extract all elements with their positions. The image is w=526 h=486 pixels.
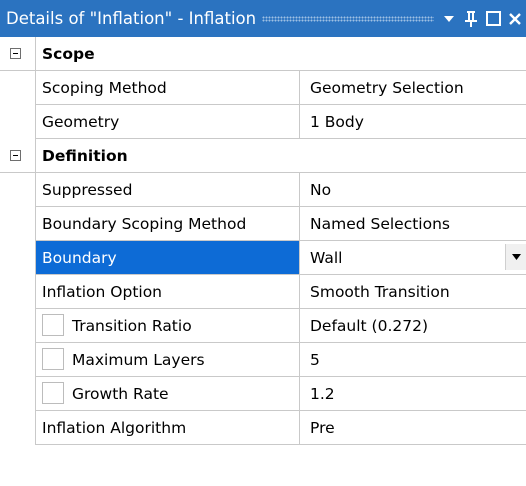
- property-name: Suppressed: [35, 173, 299, 207]
- property-name: Boundary: [35, 241, 299, 275]
- property-row-boundary-scoping-method[interactable]: Boundary Scoping Method Named Selections: [0, 207, 526, 241]
- property-name: Scoping Method: [35, 71, 299, 105]
- boundary-select-value: Wall: [310, 249, 343, 267]
- maximize-icon[interactable]: [482, 0, 504, 37]
- chevron-down-icon: [511, 254, 521, 260]
- dropdown-arrow-icon[interactable]: [438, 0, 460, 37]
- property-row-inflation-option[interactable]: Inflation Option Smooth Transition: [0, 275, 526, 309]
- details-panel: Details of "Inflation" - Inflation Scope…: [0, 0, 526, 486]
- details-titlebar: Details of "Inflation" - Inflation: [0, 0, 526, 37]
- drag-grip[interactable]: [262, 15, 434, 22]
- close-icon[interactable]: [504, 0, 526, 37]
- property-name: Inflation Option: [35, 275, 299, 309]
- property-row-suppressed[interactable]: Suppressed No: [0, 173, 526, 207]
- property-value[interactable]: Pre: [299, 411, 526, 445]
- property-row-maximum-layers[interactable]: Maximum Layers 5: [0, 343, 526, 377]
- property-name: Transition Ratio: [72, 317, 192, 335]
- property-value[interactable]: Named Selections: [299, 207, 526, 241]
- property-row-inflation-algorithm[interactable]: Inflation Algorithm Pre: [0, 411, 526, 445]
- property-value[interactable]: No: [299, 173, 526, 207]
- parameter-checkbox[interactable]: [42, 348, 64, 370]
- property-name: Geometry: [35, 105, 299, 139]
- property-name: Maximum Layers: [72, 351, 205, 369]
- parameter-checkbox[interactable]: [42, 314, 64, 336]
- group-label-definition: Definition: [35, 139, 526, 173]
- property-name-with-checkbox: Growth Rate: [35, 377, 299, 411]
- property-row-growth-rate[interactable]: Growth Rate 1.2: [0, 377, 526, 411]
- property-row-transition-ratio[interactable]: Transition Ratio Default (0.272): [0, 309, 526, 343]
- property-name-with-checkbox: Transition Ratio: [35, 309, 299, 343]
- property-row-geometry[interactable]: Geometry 1 Body: [0, 105, 526, 139]
- property-value[interactable]: 1.2: [299, 377, 526, 411]
- property-name: Growth Rate: [72, 385, 169, 403]
- expander-cell: [0, 37, 35, 71]
- property-name: Boundary Scoping Method: [35, 207, 299, 241]
- group-label-scope: Scope: [35, 37, 526, 71]
- property-value[interactable]: Geometry Selection: [299, 71, 526, 105]
- group-definition[interactable]: Definition: [0, 139, 526, 173]
- parameter-checkbox[interactable]: [42, 382, 64, 404]
- collapse-icon[interactable]: [10, 48, 21, 59]
- boundary-select[interactable]: Wall: [299, 241, 526, 275]
- property-value[interactable]: 1 Body: [299, 105, 526, 139]
- expander-cell: [0, 139, 35, 173]
- property-name-with-checkbox: Maximum Layers: [35, 343, 299, 377]
- property-row-scoping-method[interactable]: Scoping Method Geometry Selection: [0, 71, 526, 105]
- details-title: Details of "Inflation" - Inflation: [6, 9, 257, 28]
- property-name: Inflation Algorithm: [35, 411, 299, 445]
- property-grid: Scope Scoping Method Geometry Selection …: [0, 37, 526, 445]
- group-scope[interactable]: Scope: [0, 37, 526, 71]
- pin-icon[interactable]: [460, 0, 482, 37]
- property-value[interactable]: 5: [299, 343, 526, 377]
- property-row-boundary[interactable]: Boundary Wall: [0, 241, 526, 275]
- property-value[interactable]: Smooth Transition: [299, 275, 526, 309]
- collapse-icon[interactable]: [10, 150, 21, 161]
- dropdown-button[interactable]: [505, 244, 526, 270]
- property-value[interactable]: Default (0.272): [299, 309, 526, 343]
